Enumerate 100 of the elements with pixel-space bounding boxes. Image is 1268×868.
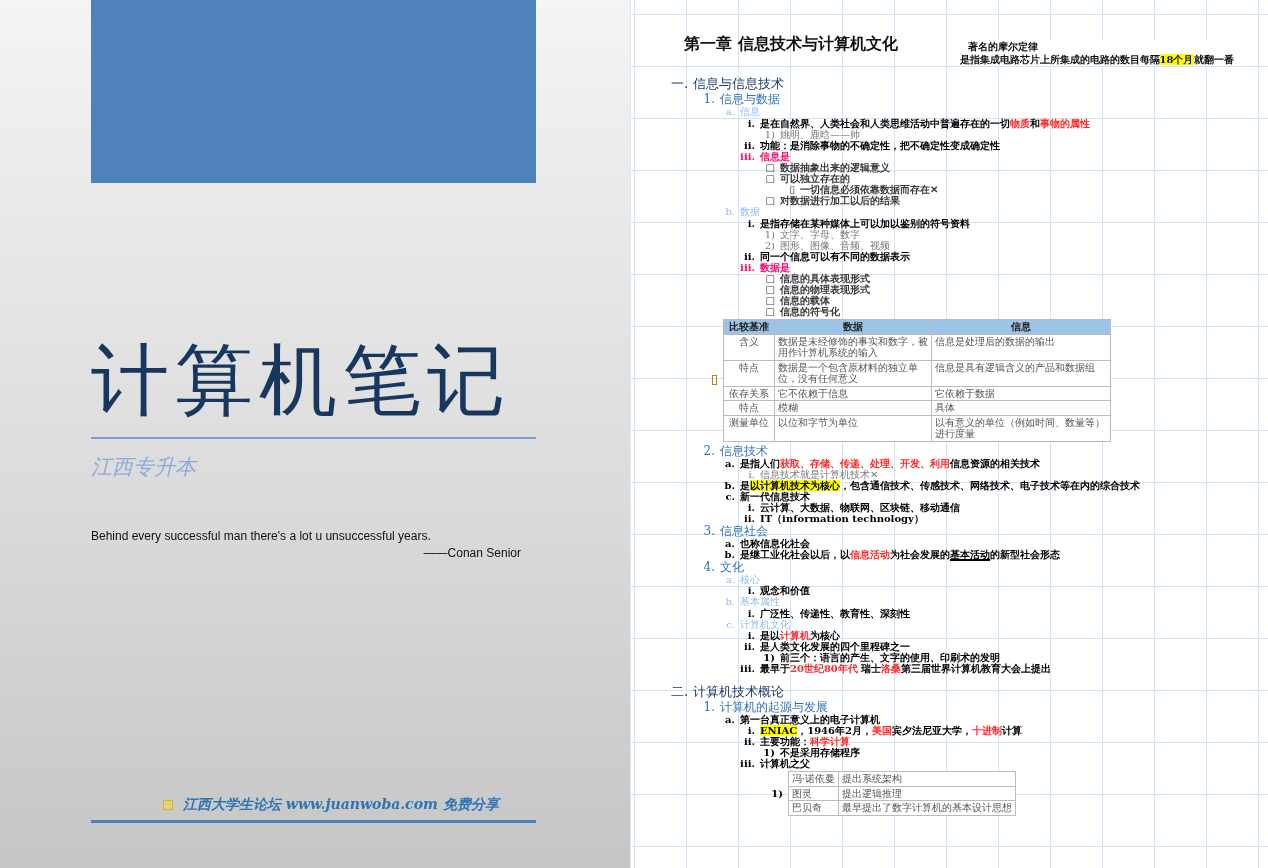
list-marker: a.	[724, 573, 736, 585]
list-marker: a.	[724, 714, 736, 725]
anchor-icon	[712, 375, 717, 386]
outline-text: 信息是	[760, 150, 790, 162]
table-cell: 它不依赖于信息	[774, 386, 932, 401]
table-cell: 特点	[723, 360, 775, 386]
list-marker: 二.	[671, 684, 690, 700]
list-marker: ii.	[742, 139, 756, 151]
quote-text: Behind every successful man there's a lot u unsuccessful years.	[91, 529, 431, 543]
table-cell: 图灵	[788, 786, 839, 801]
outline-text: 主要功能：科学计算	[760, 736, 850, 747]
outline-text: 计算机的起源与发展	[720, 700, 828, 714]
list-marker: b.	[723, 479, 736, 491]
outline-text: 观念和价值	[760, 585, 810, 596]
list-marker: c.	[724, 490, 736, 502]
table-cell: 冯·诺依曼	[788, 771, 839, 786]
outline-text: 是指存储在某种媒体上可以加以鉴别的符号资料	[760, 217, 970, 229]
list-marker: i.	[747, 501, 756, 513]
table-cell: 特点	[723, 400, 775, 415]
square-icon	[163, 800, 173, 810]
outline-text: 可以独立存在的	[780, 173, 850, 184]
table-cell: 最早提出了数字计算机的基本设计思想	[838, 800, 1016, 815]
list-marker: 1.	[702, 700, 716, 714]
outline-text: 信息技术就是计算机技术✕	[760, 468, 878, 480]
list-marker: 2.	[702, 443, 716, 458]
list-marker: ii.	[742, 250, 756, 262]
list-marker: a.	[724, 537, 736, 549]
outline-text: 文字、字母、数字	[780, 228, 860, 240]
list-marker: i.	[746, 585, 756, 596]
header-cell: 比较基准	[723, 319, 775, 334]
list-marker: □	[764, 173, 776, 184]
list-marker: 1.	[702, 92, 716, 106]
outline-text: 新一代信息技术	[740, 490, 810, 502]
outline-text: 对数据进行加工以后的结果	[780, 195, 900, 206]
outline-text: 最早于20世纪80年代 瑞士洛桑第三届世界计算机教育大会上提出	[760, 663, 1052, 674]
table-cell: 信息是处理后的数据的输出	[931, 334, 1111, 360]
list-marker: ▯	[789, 184, 795, 195]
outline-text: 信息与信息技术	[693, 76, 784, 92]
table-cell: 它依赖于数据	[931, 386, 1111, 401]
table-cell: 以有意义的单位（例如时间、数量等）进行度量	[931, 415, 1111, 441]
list-marker: a.	[724, 457, 736, 469]
list-marker: 1)	[764, 228, 776, 240]
list-marker: 4.	[702, 559, 716, 574]
outline-text: ENIAC，1946年2月，美国宾夕法尼亚大学，十进制计算	[760, 725, 1022, 736]
list-marker: c.	[725, 618, 736, 630]
outline-text: 图形、图像、音频、视频	[780, 239, 890, 251]
footer-text: 江西大学生论坛 www.juanwoba.com 免费分享	[183, 796, 499, 814]
outline-text: 一切信息必须依靠数据而存在✕	[800, 184, 938, 195]
outline-text: 核心	[740, 573, 760, 585]
outline-text: 广泛性、传递性、教育性、深刻性	[760, 607, 910, 619]
list-marker: i.	[746, 725, 756, 736]
list-marker: i.	[748, 468, 755, 480]
cover-subtitle: 江西专升本	[91, 454, 196, 481]
list-marker: 3.	[702, 523, 716, 538]
table-cell: 以位和字节为单位	[774, 415, 932, 441]
list-marker: iii.	[740, 150, 756, 162]
outline-text: 信息社会	[720, 523, 768, 538]
outline-text: 同一个信息可以有不同的数据表示	[760, 250, 910, 262]
list-marker: □	[764, 273, 776, 284]
list-marker: b.	[724, 596, 736, 608]
list-marker: 1)	[762, 747, 776, 758]
table-cell: 数据是一个包含原材料的独立单位，没有任何意义	[774, 360, 932, 386]
list-marker: i.	[746, 630, 756, 641]
table-cell: 信息是具有逻辑含义的产品和数据组	[931, 360, 1111, 386]
table-cell: 测量单位	[723, 415, 775, 441]
outline-text: 信息的具体表现形式	[780, 273, 870, 284]
outline-text: 基本属性	[740, 596, 780, 607]
outline-text: 计算机技术概论	[693, 684, 784, 700]
table-cell: 巴贝奇	[788, 800, 839, 815]
outline-text: 信息的符号化	[780, 306, 840, 317]
outline-text: 信息的载体	[780, 295, 830, 306]
outline-text: 姚明、鹿晗——帅	[780, 128, 860, 140]
header-cell: 数据	[774, 319, 932, 334]
outline-text: 信息	[740, 106, 760, 118]
list-marker: 2)	[763, 239, 776, 251]
outline-text: 计算机之父	[760, 758, 810, 769]
outline-text: 功能：是消除事物的不确定性，把不确定性变成确定性	[760, 139, 1000, 151]
list-marker: □	[764, 306, 776, 317]
list-marker: i.	[746, 117, 756, 129]
list-marker: □	[764, 295, 776, 306]
table-cell: 数据是未经修饰的事实和数字，被用作计算机系统的输入	[774, 334, 932, 360]
outline-text: 不是采用存储程序	[780, 747, 860, 758]
outline-text: 第一台真正意义上的电子计算机	[740, 714, 880, 725]
list-marker: ii.	[742, 736, 756, 747]
table-cell: 依存关系	[723, 386, 775, 401]
list-marker: □	[764, 284, 776, 295]
table-cell: 具体	[931, 400, 1111, 415]
outline-text: 前三个：语言的产生、文字的使用、印刷术的发明	[780, 652, 1000, 663]
outline-text: 数据	[740, 206, 760, 218]
outline-text: 是在自然界、人类社会和人类思维活动中普遍存在的一切物质和事物的属性	[760, 117, 1090, 129]
header-cell: 信息	[931, 319, 1111, 334]
list-marker: 一.	[671, 76, 690, 92]
outline-text: 是以计算机技术为核心，包含通信技术、传感技术、网络技术、电子技术等在内的综合技术	[740, 479, 1140, 491]
list-marker: □	[764, 195, 776, 206]
outline-text: 信息与数据	[720, 92, 780, 106]
list-marker: i.	[746, 217, 756, 229]
quote-attribution: ——Conan Senior	[423, 546, 521, 560]
note-title: 著名的摩尔定律	[966, 40, 1038, 53]
outline-text: 是指人们获取、存储、传递、处理、开发、利用信息资源的相关技术	[740, 457, 1040, 469]
outline-text: 信息的物理表现形式	[780, 284, 870, 295]
